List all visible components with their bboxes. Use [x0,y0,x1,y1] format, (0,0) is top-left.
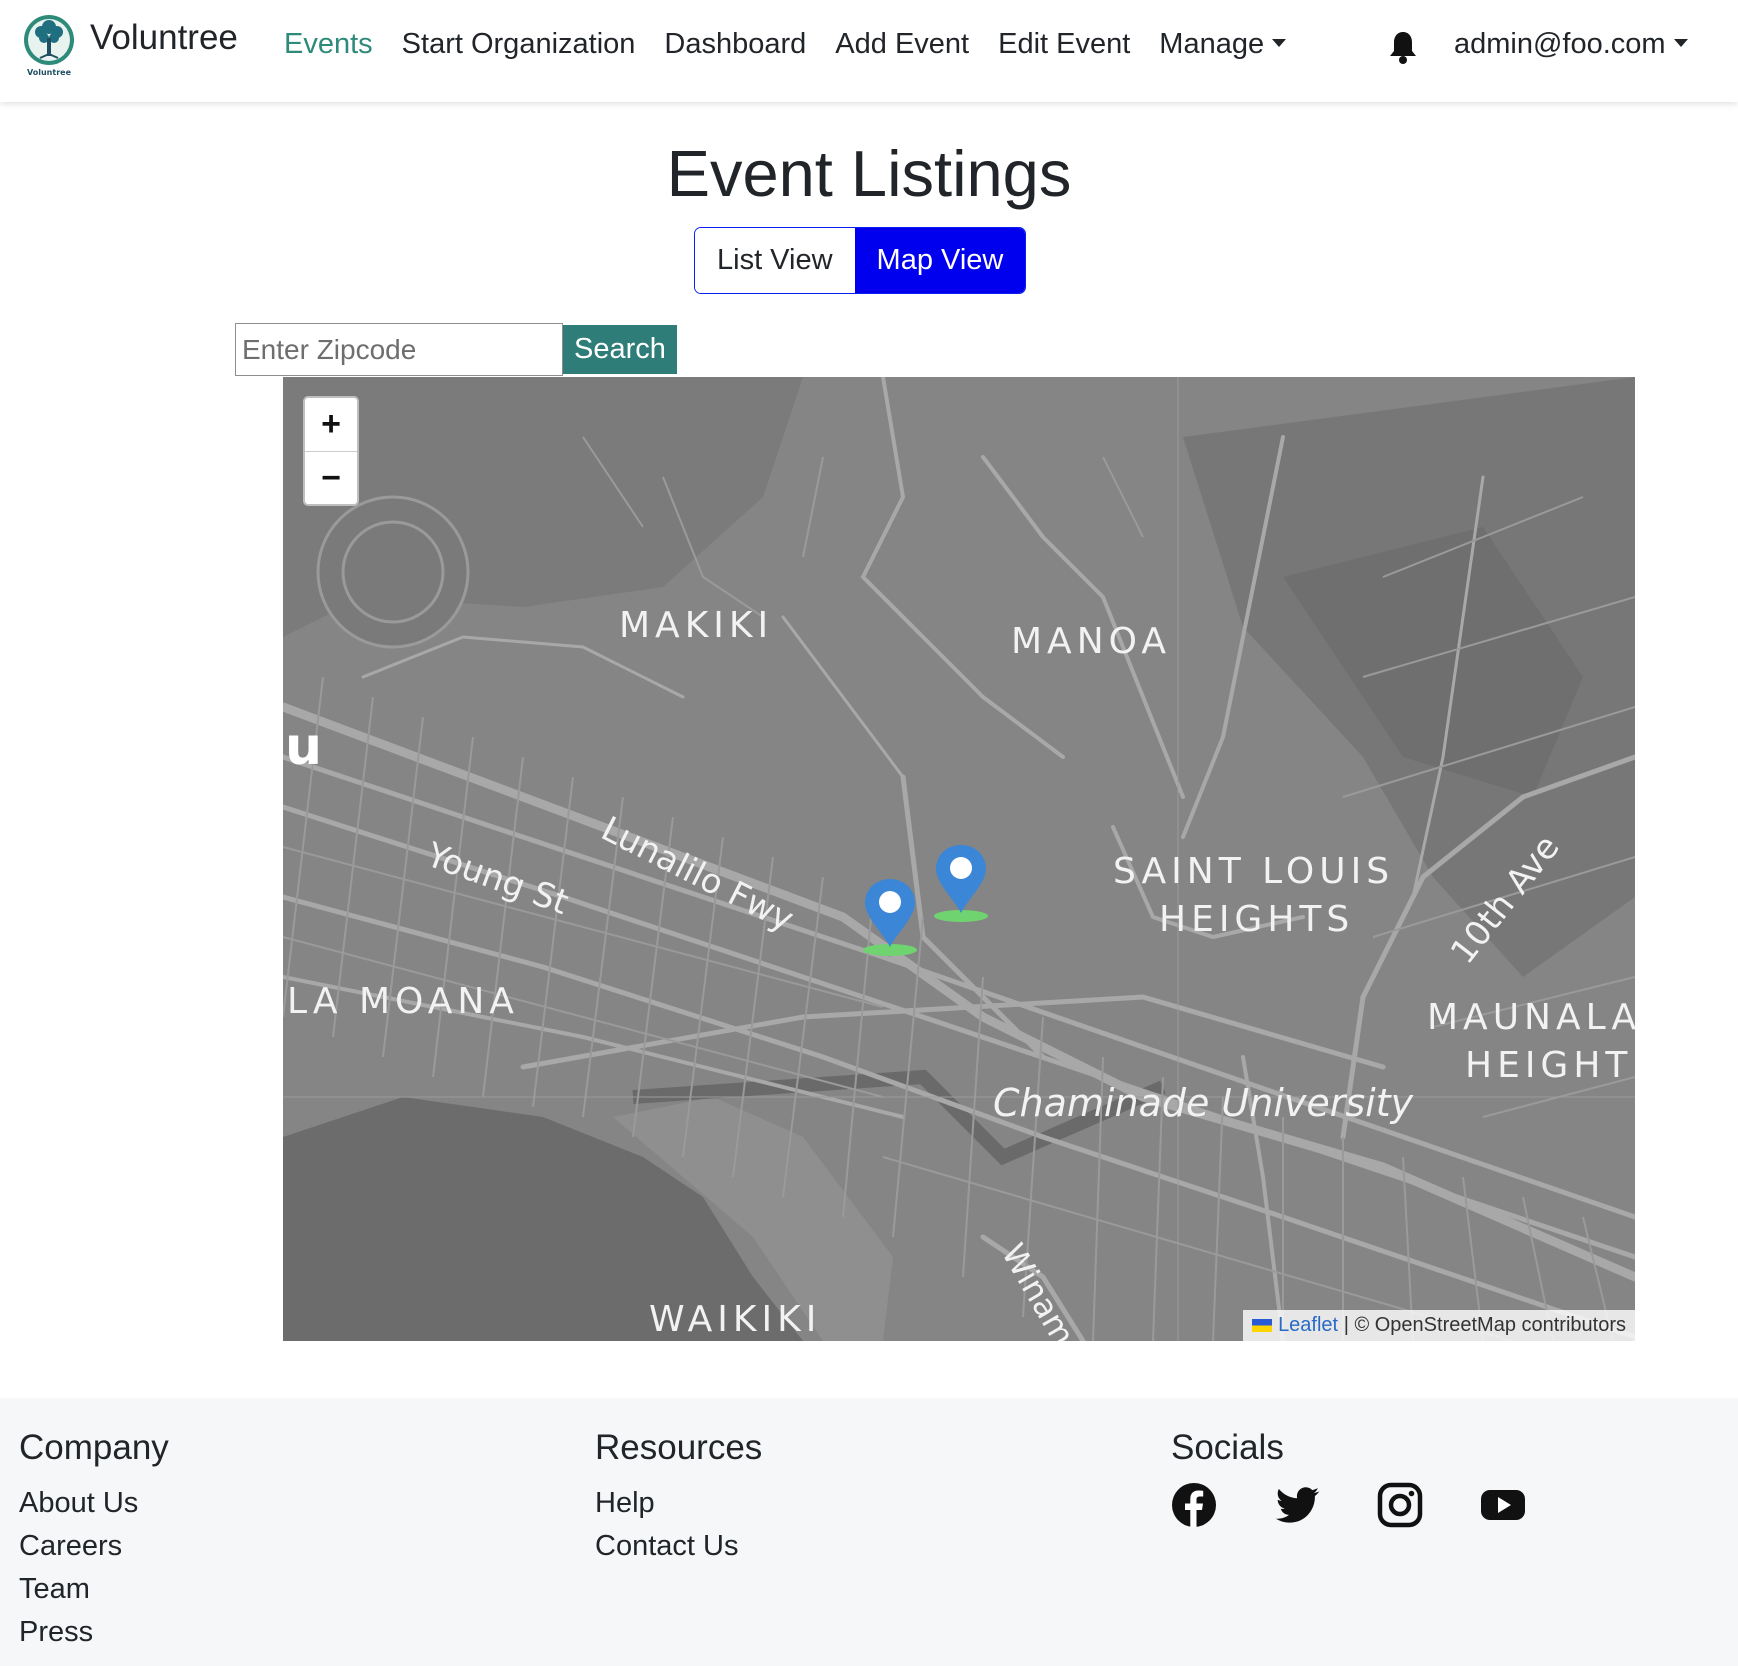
zoom-control: + − [303,396,359,506]
footer-link-team[interactable]: Team [19,1568,169,1611]
footer-company: Company About Us Careers Team Press [19,1428,169,1654]
page-title: Event Listings [666,137,1072,210]
navbar: Voluntree Voluntree Events Start Organiz… [0,0,1738,102]
nav-manage-dropdown[interactable]: Manage [1159,28,1287,61]
map-label-heights: HEIGHTS [1159,899,1355,940]
map-label-height: HEIGHT [1465,1045,1633,1086]
footer-socials-heading: Socials [1171,1428,1284,1467]
social-icons [1171,1482,1526,1528]
nav-edit-event[interactable]: Edit Event [998,28,1130,61]
map-label-manoa: MANOA [1011,621,1171,662]
map-label-chaminade-university: Chaminade University [993,1081,1414,1125]
twitter-icon[interactable] [1274,1482,1320,1528]
event-marker[interactable] [863,877,917,957]
footer-link-careers[interactable]: Careers [19,1525,169,1568]
nav-add-event[interactable]: Add Event [835,28,969,61]
facebook-icon[interactable] [1171,1482,1217,1528]
zipcode-input[interactable] [235,323,563,376]
footer-link-press[interactable]: Press [19,1611,169,1654]
leaflet-link[interactable]: Leaflet [1278,1314,1338,1336]
user-menu[interactable]: admin@foo.com [1454,28,1688,61]
bell-icon[interactable] [1388,30,1418,64]
footer: Company About Us Careers Team Press Reso… [0,1398,1738,1666]
map-label-saint-louis: SAINT LOUIS [1113,851,1395,892]
map[interactable]: MAKIKI MANOA u Young St Lunalilo Fwy SAI… [283,377,1635,1341]
footer-link-help[interactable]: Help [595,1482,762,1525]
map-attribution: Leaflet | © OpenStreetMap contributors [1243,1310,1635,1341]
search-button[interactable]: Search [563,325,677,374]
footer-link-about-us[interactable]: About Us [19,1482,169,1525]
footer-resources: Resources Help Contact Us [595,1428,762,1568]
nav-links: Events Start Organization Dashboard Add … [284,28,1315,61]
nav-manage-label: Manage [1159,28,1265,60]
brand-name[interactable]: Voluntree [90,18,238,58]
footer-company-heading: Company [19,1428,169,1467]
ukraine-flag-icon [1252,1319,1273,1333]
footer-resources-heading: Resources [595,1428,763,1467]
view-toggle: List View Map View [694,227,1027,294]
attribution-separator: | [1343,1314,1349,1336]
youtube-icon[interactable] [1480,1482,1526,1528]
caret-down-icon [1272,39,1287,48]
svg-text:Voluntree: Voluntree [27,68,72,77]
caret-down-icon [1673,39,1688,48]
voluntree-logo: Voluntree [24,15,74,77]
map-label-u: u [285,717,323,777]
zoom-in-button[interactable]: + [305,398,357,451]
map-label-la-moana: LA MOANA [287,981,519,1022]
nav-events[interactable]: Events [284,28,373,61]
brand[interactable]: Voluntree Voluntree [22,14,238,78]
map-view-button[interactable]: Map View [854,228,1026,293]
map-label-makiki: MAKIKI [619,605,774,646]
nav-dashboard[interactable]: Dashboard [664,28,806,61]
map-label-maunala: MAUNALA [1427,997,1635,1038]
event-marker[interactable] [934,843,988,923]
user-email: admin@foo.com [1454,28,1666,60]
map-label-waikiki: WAIKIKI [649,1299,822,1340]
footer-link-contact-us[interactable]: Contact Us [595,1525,762,1568]
nav-start-organization[interactable]: Start Organization [402,28,636,61]
zoom-out-button[interactable]: − [305,451,357,504]
list-view-button[interactable]: List View [695,228,855,293]
instagram-icon[interactable] [1377,1482,1423,1528]
osm-attribution: © OpenStreetMap contributors [1354,1314,1626,1336]
footer-socials: Socials [1171,1428,1526,1528]
